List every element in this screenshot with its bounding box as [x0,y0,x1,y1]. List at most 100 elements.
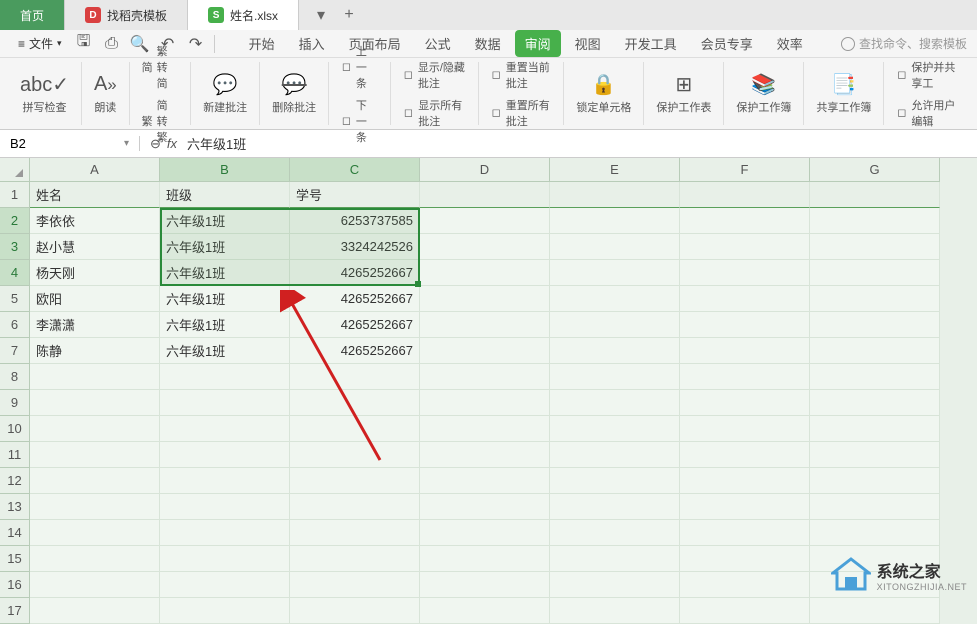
row-header-10[interactable]: 10 [0,416,30,442]
cell-G4[interactable] [810,260,940,286]
row-header-12[interactable]: 12 [0,468,30,494]
file-menu[interactable]: ≡ 文件 ▾ [10,33,70,54]
cell[interactable] [30,546,160,572]
cell[interactable] [160,364,290,390]
cell[interactable] [160,494,290,520]
cell-E4[interactable] [550,260,680,286]
cell[interactable] [420,572,550,598]
cell-D1[interactable] [420,182,550,208]
cell[interactable] [30,390,160,416]
cell-C4[interactable]: 4265252667 [290,260,420,286]
row-header-9[interactable]: 9 [0,390,30,416]
cell[interactable] [810,494,940,520]
cell-G2[interactable] [810,208,940,234]
row-header-3[interactable]: 3 [0,234,30,260]
chevron-down-icon[interactable]: ▾ [124,138,129,149]
menu-tab-review[interactable]: 审阅 [515,30,561,57]
row-header-4[interactable]: 4 [0,260,30,286]
new-comment-button[interactable]: 💬 新建批注 [199,71,251,117]
col-header-E[interactable]: E [550,158,680,182]
cell-G6[interactable] [810,312,940,338]
cell[interactable] [160,468,290,494]
col-header-B[interactable]: B [160,158,290,182]
cell-F7[interactable] [680,338,810,364]
cell-F6[interactable] [680,312,810,338]
row-header-8[interactable]: 8 [0,364,30,390]
save-icon[interactable]: 🖫 [72,32,96,56]
cell-A2[interactable]: 李依依 [30,208,160,234]
protect-book-button[interactable]: 📚 保护工作簿 [732,71,795,117]
spellcheck-button[interactable]: abc✓ 拼写检查 [16,71,73,117]
cell[interactable] [810,364,940,390]
cell-A1[interactable]: 姓名 [30,182,160,208]
cell-B2[interactable]: 六年级1班 [160,208,290,234]
cell[interactable] [810,520,940,546]
protect-share-button[interactable]: ◻ 保护并共享工 [892,57,961,93]
cell-E7[interactable] [550,338,680,364]
cell[interactable] [550,546,680,572]
cell-G1[interactable] [810,182,940,208]
protect-sheet-button[interactable]: ⊞ 保护工作表 [652,71,715,117]
trad-to-simp-button[interactable]: 简 繁转简 [138,41,183,93]
cell-B7[interactable]: 六年级1班 [160,338,290,364]
reset-all-button[interactable]: ◻ 重置所有批注 [487,95,556,131]
cell[interactable] [290,442,420,468]
cell[interactable] [680,442,810,468]
search-box[interactable]: 查找命令、搜索模板 [841,35,967,52]
share-book-button[interactable]: 📑 共享工作簿 [812,71,875,117]
cell-E5[interactable] [550,286,680,312]
col-header-A[interactable]: A [30,158,160,182]
cell[interactable] [420,416,550,442]
cell[interactable] [30,572,160,598]
cell-A4[interactable]: 杨天刚 [30,260,160,286]
cell[interactable] [290,390,420,416]
row-header-14[interactable]: 14 [0,520,30,546]
cell[interactable] [550,468,680,494]
cell-B3[interactable]: 六年级1班 [160,234,290,260]
menu-tab-efficiency[interactable]: 效率 [767,30,813,57]
cell[interactable] [30,494,160,520]
cell[interactable] [160,572,290,598]
cell-D3[interactable] [420,234,550,260]
show-hide-comment-button[interactable]: ◻ 显示/隐藏批注 [399,57,470,93]
redo-icon[interactable]: ↷ [184,32,208,56]
cell[interactable] [680,416,810,442]
cell[interactable] [550,442,680,468]
tab-add-icon[interactable]: + [339,5,359,25]
cell[interactable] [160,390,290,416]
row-header-16[interactable]: 16 [0,572,30,598]
cell[interactable] [290,364,420,390]
row-header-7[interactable]: 7 [0,338,30,364]
cell-B6[interactable]: 六年级1班 [160,312,290,338]
cell-D2[interactable] [420,208,550,234]
cell-D7[interactable] [420,338,550,364]
col-header-C[interactable]: C [290,158,420,182]
cell-F2[interactable] [680,208,810,234]
cell-F1[interactable] [680,182,810,208]
cell-E1[interactable] [550,182,680,208]
menu-tab-start[interactable]: 开始 [239,30,285,57]
tab-menu-icon[interactable]: ▾ [311,5,331,25]
cell-C5[interactable]: 4265252667 [290,286,420,312]
cell[interactable] [550,572,680,598]
row-header-5[interactable]: 5 [0,286,30,312]
col-header-G[interactable]: G [810,158,940,182]
cell[interactable] [550,520,680,546]
cell-F5[interactable] [680,286,810,312]
cell[interactable] [810,416,940,442]
cell-C2[interactable]: 6253737585 [290,208,420,234]
cell-E3[interactable] [550,234,680,260]
delete-comment-button[interactable]: 💬 删除批注 [268,71,320,117]
cell-A3[interactable]: 赵小慧 [30,234,160,260]
cell-F4[interactable] [680,260,810,286]
cell[interactable] [290,520,420,546]
cell-A6[interactable]: 李潇潇 [30,312,160,338]
cell[interactable] [680,390,810,416]
zoom-icon[interactable]: ⊖ [150,136,161,152]
cell-D5[interactable] [420,286,550,312]
cell[interactable] [160,442,290,468]
cell[interactable] [550,494,680,520]
cell[interactable] [810,390,940,416]
cell[interactable] [290,468,420,494]
cell[interactable] [290,546,420,572]
